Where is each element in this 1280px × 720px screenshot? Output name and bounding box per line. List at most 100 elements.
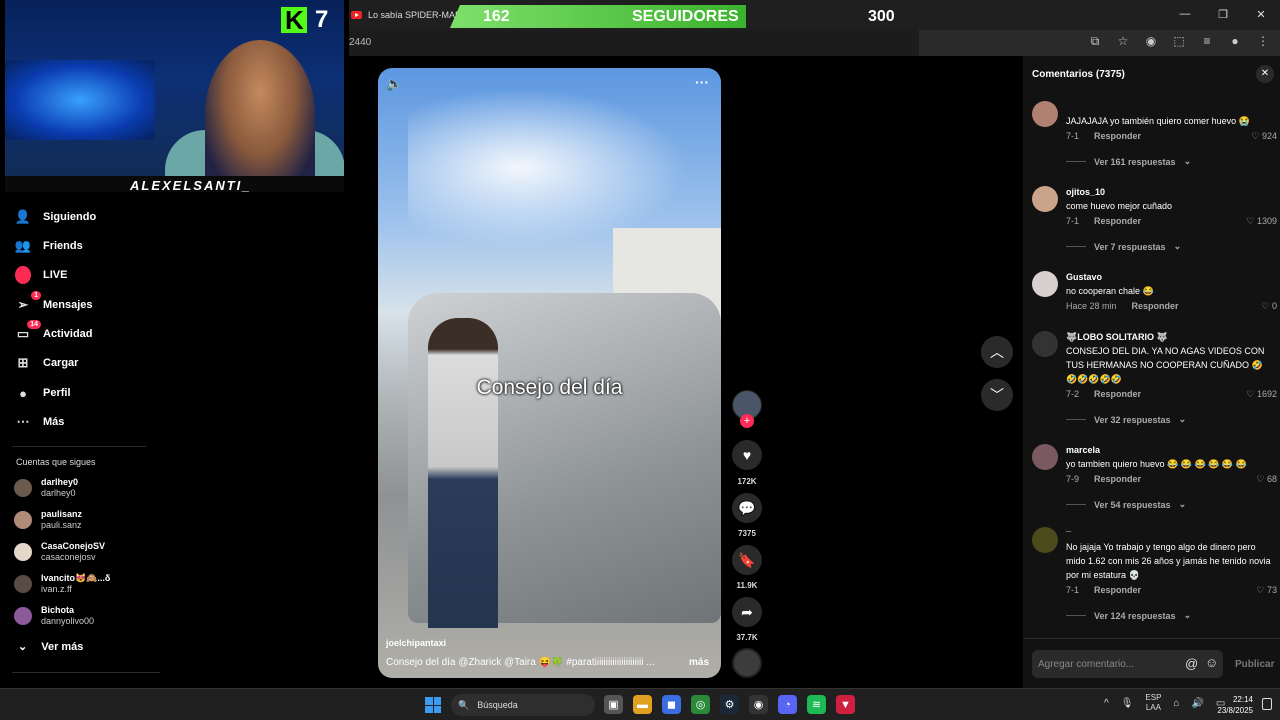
description-more-link[interactable]: más [689,657,709,668]
reply-button[interactable]: Responder [1094,389,1141,399]
following-item[interactable]: Ivancito😻🙈...δ ivan.z.ff [14,573,110,595]
nav-item-activity[interactable]: ▭ 14 Actividad [15,320,93,345]
comment-likes[interactable]: ♡ 73 [1256,585,1277,596]
comment-date: 7-1 [1066,131,1080,141]
comment-likes[interactable]: ♡ 68 [1256,474,1277,485]
nav-item-messages[interactable]: ➢ 1 Mensajes [15,291,93,316]
video-description: Consejo del día @Zharick @Taira 😝🍀 #para… [386,657,655,668]
share-button[interactable]: ➦ [732,597,762,627]
nav-item-following[interactable]: 👤 Siguiendo [15,206,96,228]
chrome-icon[interactable]: ◎ [691,695,710,714]
reply-button[interactable]: Responder [1094,474,1141,484]
save-button[interactable]: 🔖 [732,545,762,575]
address-bar[interactable]: 2440 [349,30,919,56]
mention-icon[interactable]: @ [1185,656,1198,671]
reply-button[interactable]: Responder [1094,585,1141,595]
comment-user[interactable]: 🐺LOBO SOLITARIO 🐺 [1066,332,1168,343]
close-comments-button[interactable]: ✕ [1256,65,1274,83]
comment-likes[interactable]: ♡ 0 [1261,301,1277,312]
nav-item-profile[interactable]: ● Perfil [15,382,70,404]
network-icon[interactable]: ⌂ [1173,698,1179,709]
avatar[interactable] [1032,101,1058,127]
close-window-button[interactable]: ✕ [1242,0,1280,28]
emoji-icon[interactable]: ☺ [1205,655,1218,670]
app-icon[interactable]: ◉ [749,695,768,714]
reply-button[interactable]: Responder [1094,131,1141,141]
taskbar-search[interactable]: 🔍 Búsqueda [451,694,595,716]
nav-item-upload[interactable]: ⊞ Cargar [15,352,79,374]
comment-text: no cooperan chale 😂 [1066,286,1154,296]
volume-icon[interactable]: 🔈 [386,76,402,92]
comment-button[interactable]: 💬 [732,493,762,523]
avatar[interactable] [1032,444,1058,470]
volume-icon[interactable]: 🔊 [1191,698,1203,709]
following-item[interactable]: paulisanz pauli.sanz [14,509,82,531]
steam-icon[interactable]: ⚙ [720,695,739,714]
menu-icon[interactable]: ⋮ [1254,34,1272,49]
previous-video-button[interactable]: ︿ [981,336,1013,368]
profile-icon[interactable]: ● [1226,34,1244,49]
minimize-button[interactable]: — [1166,0,1204,28]
restore-button[interactable]: ❐ [1204,0,1242,28]
view-replies-button[interactable]: Ver 161 respuestas ⌄ [1066,156,1191,167]
star-icon[interactable]: ☆ [1114,34,1132,49]
nav-item-live[interactable]: LIVE [15,264,67,286]
reply-button[interactable]: Responder [1132,301,1179,311]
like-button[interactable]: ♥ [732,440,762,470]
avatar [14,479,32,497]
comment-likes[interactable]: ♡ 1309 [1246,216,1277,227]
comment-user[interactable]: marcela [1066,445,1100,455]
nav-item-friends[interactable]: 👥 Friends [15,235,83,257]
avatar[interactable] [1032,186,1058,212]
clock[interactable]: 22:14 23/8/2025 [1213,694,1253,716]
see-more-button[interactable]: ⌄ Ver más [18,640,83,654]
comment-user[interactable]: Gustavo [1066,272,1102,282]
follow-plus-icon[interactable]: + [740,414,754,428]
post-comment-button[interactable]: Publicar [1235,659,1274,670]
comment-user[interactable]: _ [1066,523,1071,533]
nav-item-more[interactable]: ⋯ Más [15,411,65,433]
screen-share-icon[interactable]: ⧉ [1086,34,1104,49]
file-explorer-icon[interactable]: ▬ [633,695,652,714]
following-item[interactable]: darlhey0 darlhey0 [14,477,78,499]
reply-button[interactable]: Responder [1094,216,1141,226]
more-options-icon[interactable]: ··· [695,74,709,90]
extension-icon[interactable]: ◉ [1142,34,1160,49]
next-video-button[interactable]: ﹀ [981,379,1013,411]
view-replies-button[interactable]: Ver 32 respuestas ⌄ [1066,414,1186,425]
spotify-icon[interactable]: ≋ [807,695,826,714]
task-view-icon[interactable]: ▣ [604,695,623,714]
language-indicator[interactable]: ESP LAA [1145,693,1161,713]
playlist-icon[interactable]: ≡ [1198,34,1216,49]
heart-outline-icon: ♡ [1256,474,1265,484]
following-name: CasaConejoSV [41,541,106,551]
streamer-name: ALEXELSANTI_ [130,178,252,193]
notification-icon[interactable] [1262,698,1272,710]
avatar[interactable] [1032,527,1058,553]
video-author[interactable]: joelchipantaxi [386,638,446,648]
store-icon[interactable]: ◼ [662,695,681,714]
view-replies-button[interactable]: Ver 54 respuestas ⌄ [1066,499,1186,510]
windows-start-icon[interactable] [425,697,441,713]
view-replies-button[interactable]: Ver 124 respuestas ⌄ [1066,610,1191,621]
nav-divider [12,672,160,673]
view-replies-button[interactable]: Ver 7 respuestas ⌄ [1066,241,1181,252]
avatar [14,607,32,625]
avatar[interactable] [1032,331,1058,357]
music-disc-icon[interactable] [732,648,762,678]
comment-user[interactable]: ojitos_10 [1066,187,1105,197]
following-item[interactable]: Bichota dannyolivo00 [14,605,94,627]
puzzle-icon[interactable]: ⬚ [1170,34,1188,49]
share-icon: ➦ [741,603,753,620]
send-icon: ➢ 1 [15,291,41,313]
comment-likes[interactable]: ♡ 1692 [1246,389,1277,400]
chevron-up-icon[interactable]: ^ [1104,698,1109,709]
following-handle: dannyolivo00 [41,616,95,626]
discord-icon[interactable]: ◔ [778,695,797,714]
avatar[interactable] [1032,271,1058,297]
microphone-icon[interactable]: 🎙 [1121,698,1134,709]
comment-likes[interactable]: ♡ 924 [1251,131,1277,142]
video-app-icon[interactable]: ▼ [836,695,855,714]
following-item[interactable]: CasaConejoSV casaconejosv [14,541,105,563]
video-player[interactable]: Consejo del día 🔈 ··· joelchipantaxi Con… [378,68,721,678]
